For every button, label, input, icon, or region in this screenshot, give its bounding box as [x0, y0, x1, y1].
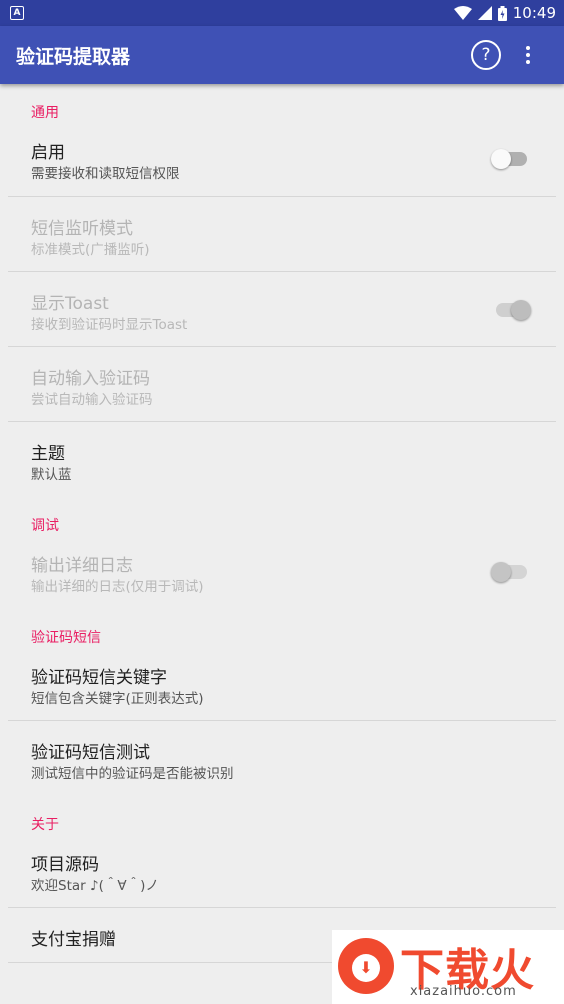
download-icon: ⬇ [359, 958, 373, 977]
app-title: 验证码提取器 [16, 46, 131, 68]
help-icon[interactable]: ? [471, 40, 501, 70]
category-sms: 验证码短信 [31, 630, 101, 646]
pref-verbose-log-summary: 输出详细的日志(仅用于调试) [31, 579, 204, 595]
battery-icon [497, 5, 507, 21]
pref-source-summary: 欢迎Star ♪(＾∀＾)ノ [31, 878, 159, 894]
app-bar: 验证码提取器 ? [0, 26, 564, 84]
divider [8, 196, 556, 197]
divider [8, 720, 556, 721]
pref-show-toast[interactable]: 显示Toast 接收到验证码时显示Toast [0, 279, 564, 345]
pref-show-toast-summary: 接收到验证码时显示Toast [31, 317, 188, 333]
pref-auto-input-summary: 尝试自动输入验证码 [31, 392, 153, 408]
overflow-menu-icon[interactable] [520, 41, 536, 69]
category-about: 关于 [31, 817, 59, 833]
category-general: 通用 [31, 105, 59, 121]
pref-theme-title: 主题 [31, 444, 65, 464]
pref-theme[interactable]: 主题 默认蓝 [0, 429, 564, 495]
pref-enable-title: 启用 [31, 143, 65, 163]
pref-verbose-log-title: 输出详细日志 [31, 556, 133, 576]
pref-sms-test-summary: 测试短信中的验证码是否能被识别 [31, 766, 234, 782]
pref-enable-summary: 需要接收和读取短信权限 [31, 166, 180, 182]
pref-listen-mode[interactable]: 短信监听模式 标准模式(广播监听) [0, 204, 564, 270]
pref-listen-mode-summary: 标准模式(广播监听) [31, 242, 150, 258]
pref-enable[interactable]: 启用 需要接收和读取短信权限 [0, 128, 564, 196]
signal-icon [477, 6, 492, 20]
watermark: ⬇ 下载火 xiazaihuo.com [332, 930, 564, 1004]
pref-keywords-title: 验证码短信关键字 [31, 668, 167, 688]
pref-keywords[interactable]: 验证码短信关键字 短信包含关键字(正则表达式) [0, 653, 564, 719]
status-icons: 10:49 [453, 3, 556, 23]
app-notification-icon: A [10, 6, 24, 20]
pref-auto-input[interactable]: 自动输入验证码 尝试自动输入验证码 [0, 354, 564, 420]
category-debug: 调试 [31, 518, 59, 534]
pref-source[interactable]: 项目源码 欢迎Star ♪(＾∀＾)ノ [0, 840, 564, 906]
pref-keywords-summary: 短信包含关键字(正则表达式) [31, 691, 204, 707]
divider [8, 271, 556, 272]
pref-auto-input-title: 自动输入验证码 [31, 369, 150, 389]
pref-donate-title: 支付宝捐赠 [31, 930, 116, 950]
pref-verbose-log[interactable]: 输出详细日志 输出详细的日志(仅用于调试) [0, 541, 564, 607]
pref-sms-test[interactable]: 验证码短信测试 测试短信中的验证码是否能被识别 [0, 728, 564, 794]
divider [8, 346, 556, 347]
pref-show-toast-title: 显示Toast [31, 294, 109, 314]
pref-sms-test-title: 验证码短信测试 [31, 743, 150, 763]
watermark-site: xiazaihuo.com [410, 984, 517, 999]
status-bar: A 10:49 [0, 0, 564, 26]
wifi-icon [453, 6, 472, 20]
divider [8, 421, 556, 422]
pref-listen-mode-title: 短信监听模式 [31, 219, 133, 239]
pref-theme-summary: 默认蓝 [31, 467, 72, 483]
pref-source-title: 项目源码 [31, 855, 99, 875]
divider [8, 907, 556, 908]
status-time: 10:49 [512, 4, 556, 22]
